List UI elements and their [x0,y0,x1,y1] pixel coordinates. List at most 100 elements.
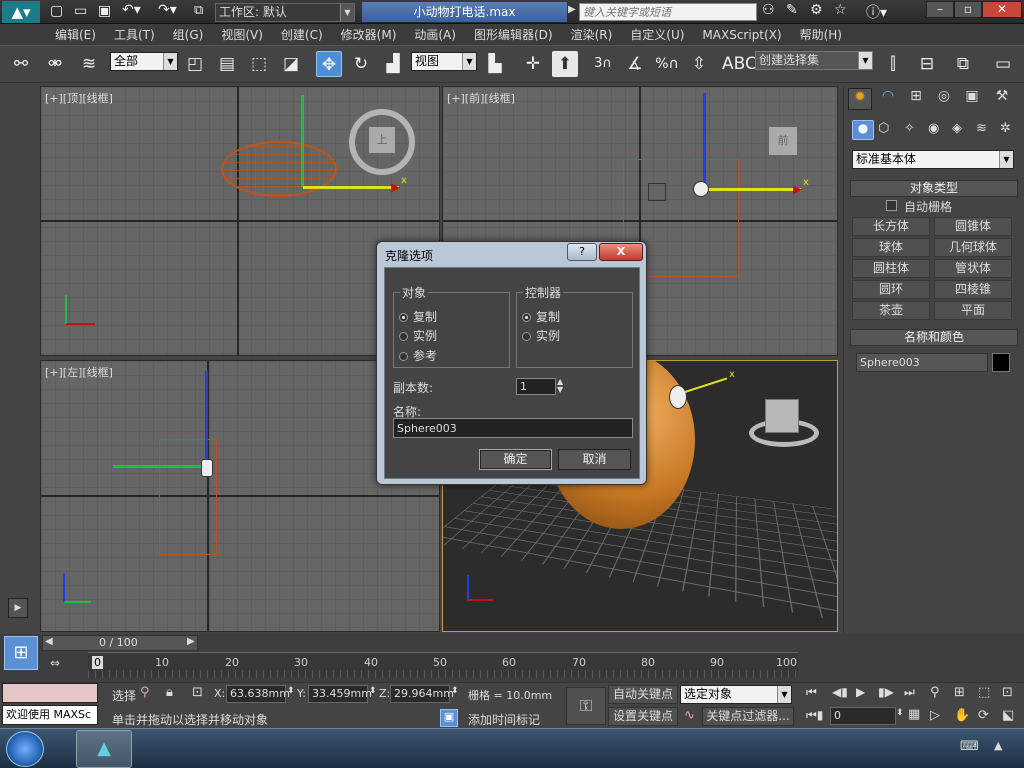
copies-spinner-icon[interactable]: ▲ ▼ [557,378,567,395]
plane-button[interactable]: 平面 [934,301,1012,320]
teapot-button[interactable]: 茶壶 [852,301,930,320]
rectangular-selection-icon[interactable]: ⬚ [246,51,272,77]
move-gizmo-y-axis[interactable] [301,95,304,187]
utilities-tab-icon[interactable]: ⚒ [990,88,1014,110]
shapes-icon[interactable]: ⬡ [878,121,889,136]
frame-spinner-icon[interactable]: ⬍ [896,708,904,718]
named-selection-sets-select[interactable]: 创建选择集 ▼ [755,51,873,70]
copies-input[interactable] [516,378,556,395]
pan-view-icon[interactable]: ✋ [954,708,970,723]
graphite-ribbon-icon[interactable]: ▭ [990,51,1016,77]
time-tag-icon[interactable]: ▣ [440,709,458,727]
app-logo-icon[interactable]: ▲▾ [2,1,40,23]
object-copy-radio[interactable]: 复制 [399,308,437,325]
z-spinner-icon[interactable]: ⬍ [451,686,459,696]
small-object-marker[interactable] [669,385,687,409]
time-slider-next-icon[interactable]: ▶ [187,636,195,647]
favorites-star-icon[interactable]: ☆ [834,2,847,18]
select-by-name-icon[interactable]: ▤ [214,51,240,77]
restore-button[interactable]: ▫ [954,1,982,18]
lights-icon[interactable]: ✧ [904,121,915,136]
taskbar-3dsmax-icon[interactable]: ▲ [76,730,132,768]
y-coordinate-field[interactable]: 33.459mm [308,685,368,703]
menu-modifiers[interactable]: 修改器(M) [332,24,406,45]
small-object-marker[interactable] [693,181,709,197]
pyramid-button[interactable]: 四棱锥 [934,280,1012,299]
percent-snap-icon[interactable]: %∩ [654,51,680,77]
edit-named-selection-icon[interactable]: ABC [722,51,748,77]
select-manipulate-icon[interactable]: ✛ [520,51,546,77]
select-object-icon[interactable]: ◰ [182,51,208,77]
select-and-scale-icon[interactable]: ▟ [380,51,406,77]
selection-filter-select[interactable]: 全部 ▼ [110,52,178,71]
menu-views[interactable]: 视图(V) [212,24,272,45]
bind-space-warp-icon[interactable]: ≋ [76,51,102,77]
menu-edit[interactable]: 编辑(E) [46,24,105,45]
time-configuration-icon[interactable]: ▦ [908,707,920,722]
orbit-icon[interactable]: ⟳ [978,708,989,723]
key-mode-toggle-icon[interactable]: ⏮▮ [806,708,823,723]
controller-instance-radio[interactable]: 实例 [522,327,560,344]
small-object-marker[interactable] [201,459,213,477]
auto-key-button[interactable]: 自动关键点 [608,685,678,704]
geosphere-button[interactable]: 几何球体 [934,238,1012,257]
time-slider-prev-icon[interactable]: ◀ [45,636,53,647]
key-mode-select[interactable]: 选定对象 ▼ [680,685,792,704]
add-time-tag-label[interactable]: 添加时间标记 [468,711,540,728]
space-warps-icon[interactable]: ≋ [976,121,987,136]
absolute-mode-icon[interactable]: ⊡ [192,685,203,700]
maximize-viewport-icon[interactable]: ⬕ [1002,708,1014,723]
menu-maxscript[interactable]: MAXScript(X) [693,26,790,44]
autogrid-checkbox[interactable] [886,200,897,211]
name-color-rollout-header[interactable]: 名称和颜色 [850,329,1018,346]
set-key-button[interactable]: 设置关键点 [608,707,678,726]
layer-manager-icon[interactable]: ⧉ [950,51,976,77]
reference-coordinate-select[interactable]: 视图 ▼ [411,52,477,71]
communication-center-icon[interactable]: ⚙ [810,2,823,18]
object-name-input[interactable] [856,353,988,372]
geometry-category-select[interactable]: 标准基本体 ▼ [852,150,1014,169]
viewport-label-front[interactable]: [+][前][线框] [447,90,515,106]
modify-tab-icon[interactable]: ◠ [876,88,900,110]
cameras-icon[interactable]: ◉ [928,121,939,136]
menu-animation[interactable]: 动画(A) [405,24,465,45]
cylinder-button[interactable]: 圆柱体 [852,259,930,278]
zoom-icon[interactable]: ⚲ [930,685,940,700]
close-window-button[interactable]: ✕ [982,1,1022,18]
menu-tools[interactable]: 工具(T) [105,24,164,45]
viewcube-top-face[interactable]: 上 [369,127,395,153]
pivot-center-icon[interactable]: ▙ [482,51,508,77]
x-spinner-icon[interactable]: ⬍ [287,686,295,696]
geometry-icon[interactable]: ● [852,120,874,140]
move-gizmo-z-axis[interactable] [205,371,208,467]
input-method-icon[interactable]: ⌨ [960,739,979,754]
open-file-icon[interactable]: ▭ [74,3,87,19]
keyboard-shortcut-override-icon[interactable]: ⬆ [552,51,578,77]
new-file-icon[interactable]: ▢ [50,3,63,19]
key-filters-button[interactable]: 关键点过滤器... [702,707,794,726]
go-to-start-icon[interactable]: ⏮ [806,685,817,700]
spinner-snap-icon[interactable]: ⇳ [686,51,712,77]
y-spinner-icon[interactable]: ⬍ [369,686,377,696]
binoculars-icon[interactable]: ⚇ [762,2,775,18]
hierarchy-tab-icon[interactable]: ⊞ [904,88,928,110]
select-link-icon[interactable]: ⚯ [8,51,34,77]
helpers-icon[interactable]: ◈ [952,121,962,136]
zoom-all-icon[interactable]: ⊞ [954,685,965,700]
go-to-end-icon[interactable]: ⏭ [904,685,915,700]
controller-copy-radio[interactable]: 复制 [522,308,560,325]
select-and-move-icon[interactable]: ✥ [316,51,342,77]
viewport-label-left[interactable]: [+][左][线框] [45,364,113,380]
align-icon[interactable]: ⊟ [914,51,940,77]
sphere-button[interactable]: 球体 [852,238,930,257]
object-type-rollout-header[interactable]: 对象类型 [850,180,1018,197]
tube-button[interactable]: 管状体 [934,259,1012,278]
next-frame-icon[interactable]: ▮▶ [878,685,894,699]
x-coordinate-field[interactable]: 63.638mm [226,685,286,703]
snaps-toggle-icon[interactable]: 3∩ [590,51,616,77]
display-tab-icon[interactable]: ▣ [960,88,984,110]
set-key-icon[interactable]: ⚿ [566,687,606,725]
start-button-icon[interactable] [6,731,44,767]
dialog-close-button[interactable]: X [599,243,643,261]
ok-button[interactable]: 确定 [479,449,552,470]
